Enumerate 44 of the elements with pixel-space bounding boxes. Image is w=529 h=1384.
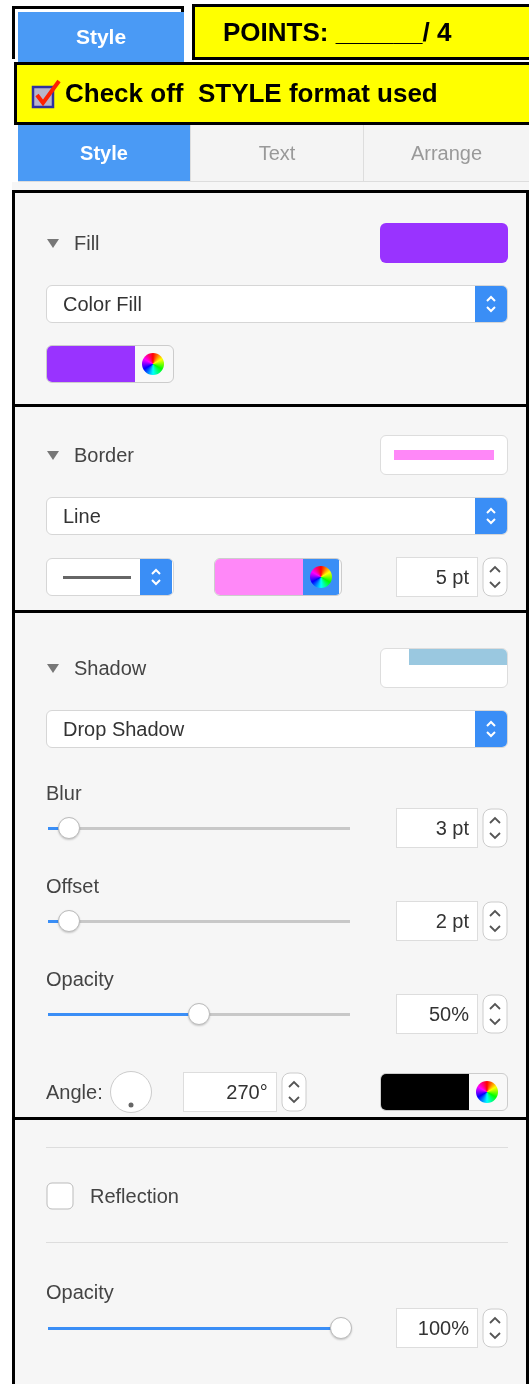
- dropdown[interactable]: Drop Shadow: [46, 710, 508, 748]
- value-field[interactable]: 50%: [396, 994, 478, 1034]
- section-title: Fill: [74, 231, 101, 255]
- stepper-button[interactable]: [280, 1072, 307, 1112]
- points-label: POINTS: ______/ 4: [223, 16, 452, 48]
- stepper-button[interactable]: [482, 808, 508, 848]
- slider-thumb[interactable]: [188, 1003, 210, 1025]
- fill-color-button[interactable]: [380, 223, 508, 263]
- color-wheel-icon: [476, 1081, 498, 1103]
- disclosure-triangle-icon[interactable]: [46, 449, 60, 461]
- checkbox-label: Reflection: [90, 1185, 179, 1207]
- stepper-button[interactable]: [482, 1308, 508, 1348]
- disclosure-triangle-icon[interactable]: [46, 662, 60, 674]
- value-field[interactable]: 270°: [182, 1072, 277, 1112]
- slider-label: Opacity: [46, 968, 115, 990]
- color-well[interactable]: [46, 345, 174, 383]
- value-field[interactable]: 5 pt: [396, 557, 478, 597]
- checkbox-icon[interactable]: [31, 77, 61, 110]
- disclosure-triangle-icon[interactable]: [46, 237, 60, 249]
- stepper-button[interactable]: [482, 557, 508, 597]
- slider-thumb[interactable]: [58, 910, 81, 932]
- value-field[interactable]: 100%: [396, 1308, 478, 1348]
- section-title: Shadow: [74, 656, 148, 680]
- color-wheel-icon: [142, 353, 164, 375]
- dropdown[interactable]: Line: [46, 497, 508, 535]
- line-style-dropdown[interactable]: [46, 558, 174, 596]
- stepper-button[interactable]: [482, 901, 508, 941]
- border-style-button[interactable]: [380, 435, 508, 475]
- value-field[interactable]: 2 pt: [396, 901, 478, 941]
- stepper-button[interactable]: [482, 994, 508, 1034]
- section-title: Border: [74, 443, 136, 467]
- angle-label: Angle:: [46, 1081, 103, 1103]
- slider-label: Opacity: [46, 1281, 115, 1303]
- dropdown[interactable]: Color Fill: [46, 285, 508, 323]
- line-sample: [63, 575, 131, 579]
- color-well[interactable]: [214, 558, 342, 596]
- slider-label: Blur: [46, 782, 83, 804]
- color-well[interactable]: [380, 1073, 508, 1111]
- value-field[interactable]: 3 pt: [396, 808, 478, 848]
- instruction-text: Check off STYLE format used: [65, 78, 438, 109]
- checkbox[interactable]: [46, 1182, 74, 1210]
- slider-label: Offset: [46, 875, 100, 897]
- color-wheel-icon: [310, 566, 332, 588]
- slider-thumb[interactable]: [58, 817, 81, 839]
